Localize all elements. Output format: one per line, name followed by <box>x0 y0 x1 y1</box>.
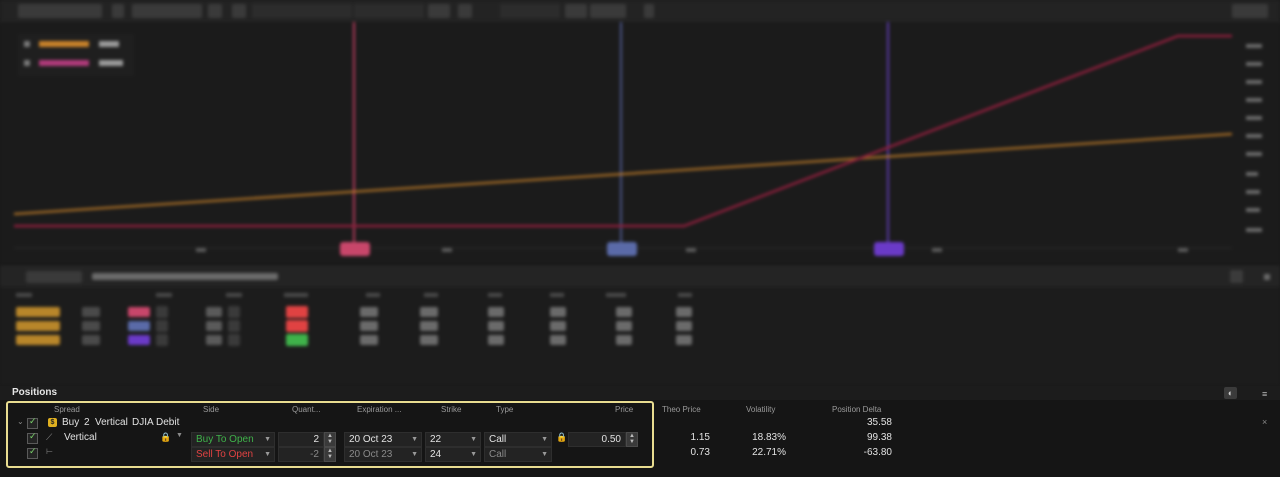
type-select[interactable]: Call ▼ <box>484 447 552 462</box>
chart-legend <box>18 34 134 76</box>
lock-icon[interactable]: 🔒 <box>160 432 171 443</box>
leg-theo-price: 0.73 <box>690 447 710 458</box>
chart-canvas <box>13 22 1262 252</box>
risk-profile-chart <box>0 22 1280 264</box>
group-position-delta: 35.58 <box>866 417 892 428</box>
col-expiration[interactable]: Expiration ... <box>357 405 401 414</box>
leg-row[interactable]: ⊢ Sell To Open▼ -2 ▲▼ 20 Oct 23▼ 24▼ Cal… <box>0 446 1280 462</box>
price-stepper[interactable]: ▲ ▼ <box>626 432 638 447</box>
type-select[interactable]: Call ▼ <box>484 432 552 447</box>
leg-volatility: 22.71% <box>752 447 786 458</box>
y-axis-ticks <box>1246 44 1262 232</box>
toolbar-field[interactable] <box>428 4 450 18</box>
expiration-select[interactable]: 20 Oct 23 ▼ <box>344 432 422 447</box>
price-slice-row[interactable] <box>0 333 1280 347</box>
toolbar-field[interactable] <box>354 4 424 18</box>
toolbar-field[interactable] <box>252 4 352 18</box>
price-slices-columns <box>0 289 1280 301</box>
quantity-stepper[interactable]: ▲ ▼ <box>324 447 336 462</box>
strategy-icon: ⟋ <box>46 432 53 442</box>
price-lock-icon[interactable]: 🔒 <box>556 432 567 443</box>
panel-collapse-button[interactable] <box>1230 270 1243 283</box>
spread-group-row[interactable]: ⌄ $ Buy 2 Vertical DJIA Debit 35.58 × <box>0 416 1280 431</box>
col-type[interactable]: Type <box>496 405 513 414</box>
col-volatility[interactable]: Volatility <box>746 405 775 414</box>
group-side: Buy <box>62 417 80 428</box>
price-slice-row[interactable] <box>0 305 1280 319</box>
leg-position-delta: -63.80 <box>863 447 892 458</box>
split-view-button[interactable]: ◐ <box>1224 387 1237 399</box>
pl-line-expiration <box>14 34 1232 228</box>
debit-badge-icon: $ <box>48 418 57 427</box>
expiration-select[interactable]: 20 Oct 23 ▼ <box>344 447 422 462</box>
side-select[interactable]: Buy To Open ▼ <box>191 432 275 447</box>
col-theo-price[interactable]: Theo Price <box>662 405 701 414</box>
quantity-field[interactable]: 2 <box>278 432 324 447</box>
col-strike[interactable]: Strike <box>441 405 461 414</box>
price-marker[interactable] <box>607 242 637 256</box>
risk-profile-selector[interactable] <box>18 4 102 18</box>
group-quantity: 2 <box>84 417 90 428</box>
window-controls[interactable] <box>1232 4 1268 18</box>
positions-panel: Spread Side Quant... Expiration ... Stri… <box>0 400 1280 477</box>
leg-checkbox[interactable] <box>27 431 38 444</box>
leg-spread: Vertical <box>64 432 97 443</box>
toolbar-field[interactable] <box>565 4 587 18</box>
group-checkbox[interactable] <box>27 416 38 429</box>
group-debit-credit: Debit <box>156 417 180 428</box>
price-slices-header <box>0 267 1280 287</box>
price-slices-panel <box>0 266 1280 385</box>
toolbar-button[interactable] <box>208 4 222 18</box>
leg-position-delta: 99.38 <box>866 432 892 443</box>
toolbar-button[interactable] <box>644 4 654 18</box>
col-price[interactable]: Price <box>615 405 633 414</box>
price-slice-row[interactable] <box>0 319 1280 333</box>
collapse-chevron-icon[interactable]: ⌄ <box>17 417 24 426</box>
quantity-field[interactable]: -2 <box>278 447 324 462</box>
group-strategy: Vertical <box>95 417 128 428</box>
toolbar-button[interactable] <box>112 4 124 18</box>
panel-menu-icon[interactable] <box>1264 274 1270 280</box>
tab-price-slices[interactable] <box>26 271 82 283</box>
price-field[interactable]: 0.50 <box>568 432 626 447</box>
strike-select[interactable]: 24 ▼ <box>425 447 481 462</box>
leg-theo-price: 1.15 <box>690 432 710 443</box>
legend-item <box>24 39 120 51</box>
close-icon[interactable]: × <box>1262 417 1267 427</box>
col-side[interactable]: Side <box>203 405 219 414</box>
positions-header: Positions ◐ ≡ <box>0 386 1280 400</box>
chevron-down-icon[interactable]: ▼ <box>176 432 183 439</box>
toolbar-field[interactable] <box>500 4 560 18</box>
account-selector[interactable] <box>132 4 202 18</box>
leg-volatility: 18.83% <box>752 432 786 443</box>
col-position-delta[interactable]: Position Delta <box>832 405 881 414</box>
toolbar <box>0 0 1280 23</box>
toolbar-button[interactable] <box>590 4 626 18</box>
toolbar-button[interactable] <box>232 4 246 18</box>
leg-checkbox[interactable] <box>27 446 38 459</box>
toolbar-button[interactable] <box>458 4 472 18</box>
slice-actions[interactable] <box>92 273 278 280</box>
price-marker[interactable] <box>874 242 904 256</box>
child-leg-icon: ⊢ <box>46 447 53 456</box>
col-spread[interactable]: Spread <box>54 405 80 414</box>
menu-icon[interactable]: ≡ <box>1262 389 1267 399</box>
quantity-stepper[interactable]: ▲ ▼ <box>324 432 336 447</box>
pl-line-today <box>13 132 1233 216</box>
positions-title: Positions <box>12 387 58 398</box>
price-marker[interactable] <box>340 242 370 256</box>
group-symbol: DJIA <box>132 417 154 428</box>
legend-item <box>24 58 124 70</box>
strike-select[interactable]: 22 ▼ <box>425 432 481 447</box>
side-select[interactable]: Sell To Open ▼ <box>191 447 275 462</box>
col-quantity[interactable]: Quant... <box>292 405 320 414</box>
leg-row[interactable]: ⟋ Vertical 🔒 ▼ Buy To Open▼ 2 ▲▼ 20 Oct … <box>0 431 1280 447</box>
